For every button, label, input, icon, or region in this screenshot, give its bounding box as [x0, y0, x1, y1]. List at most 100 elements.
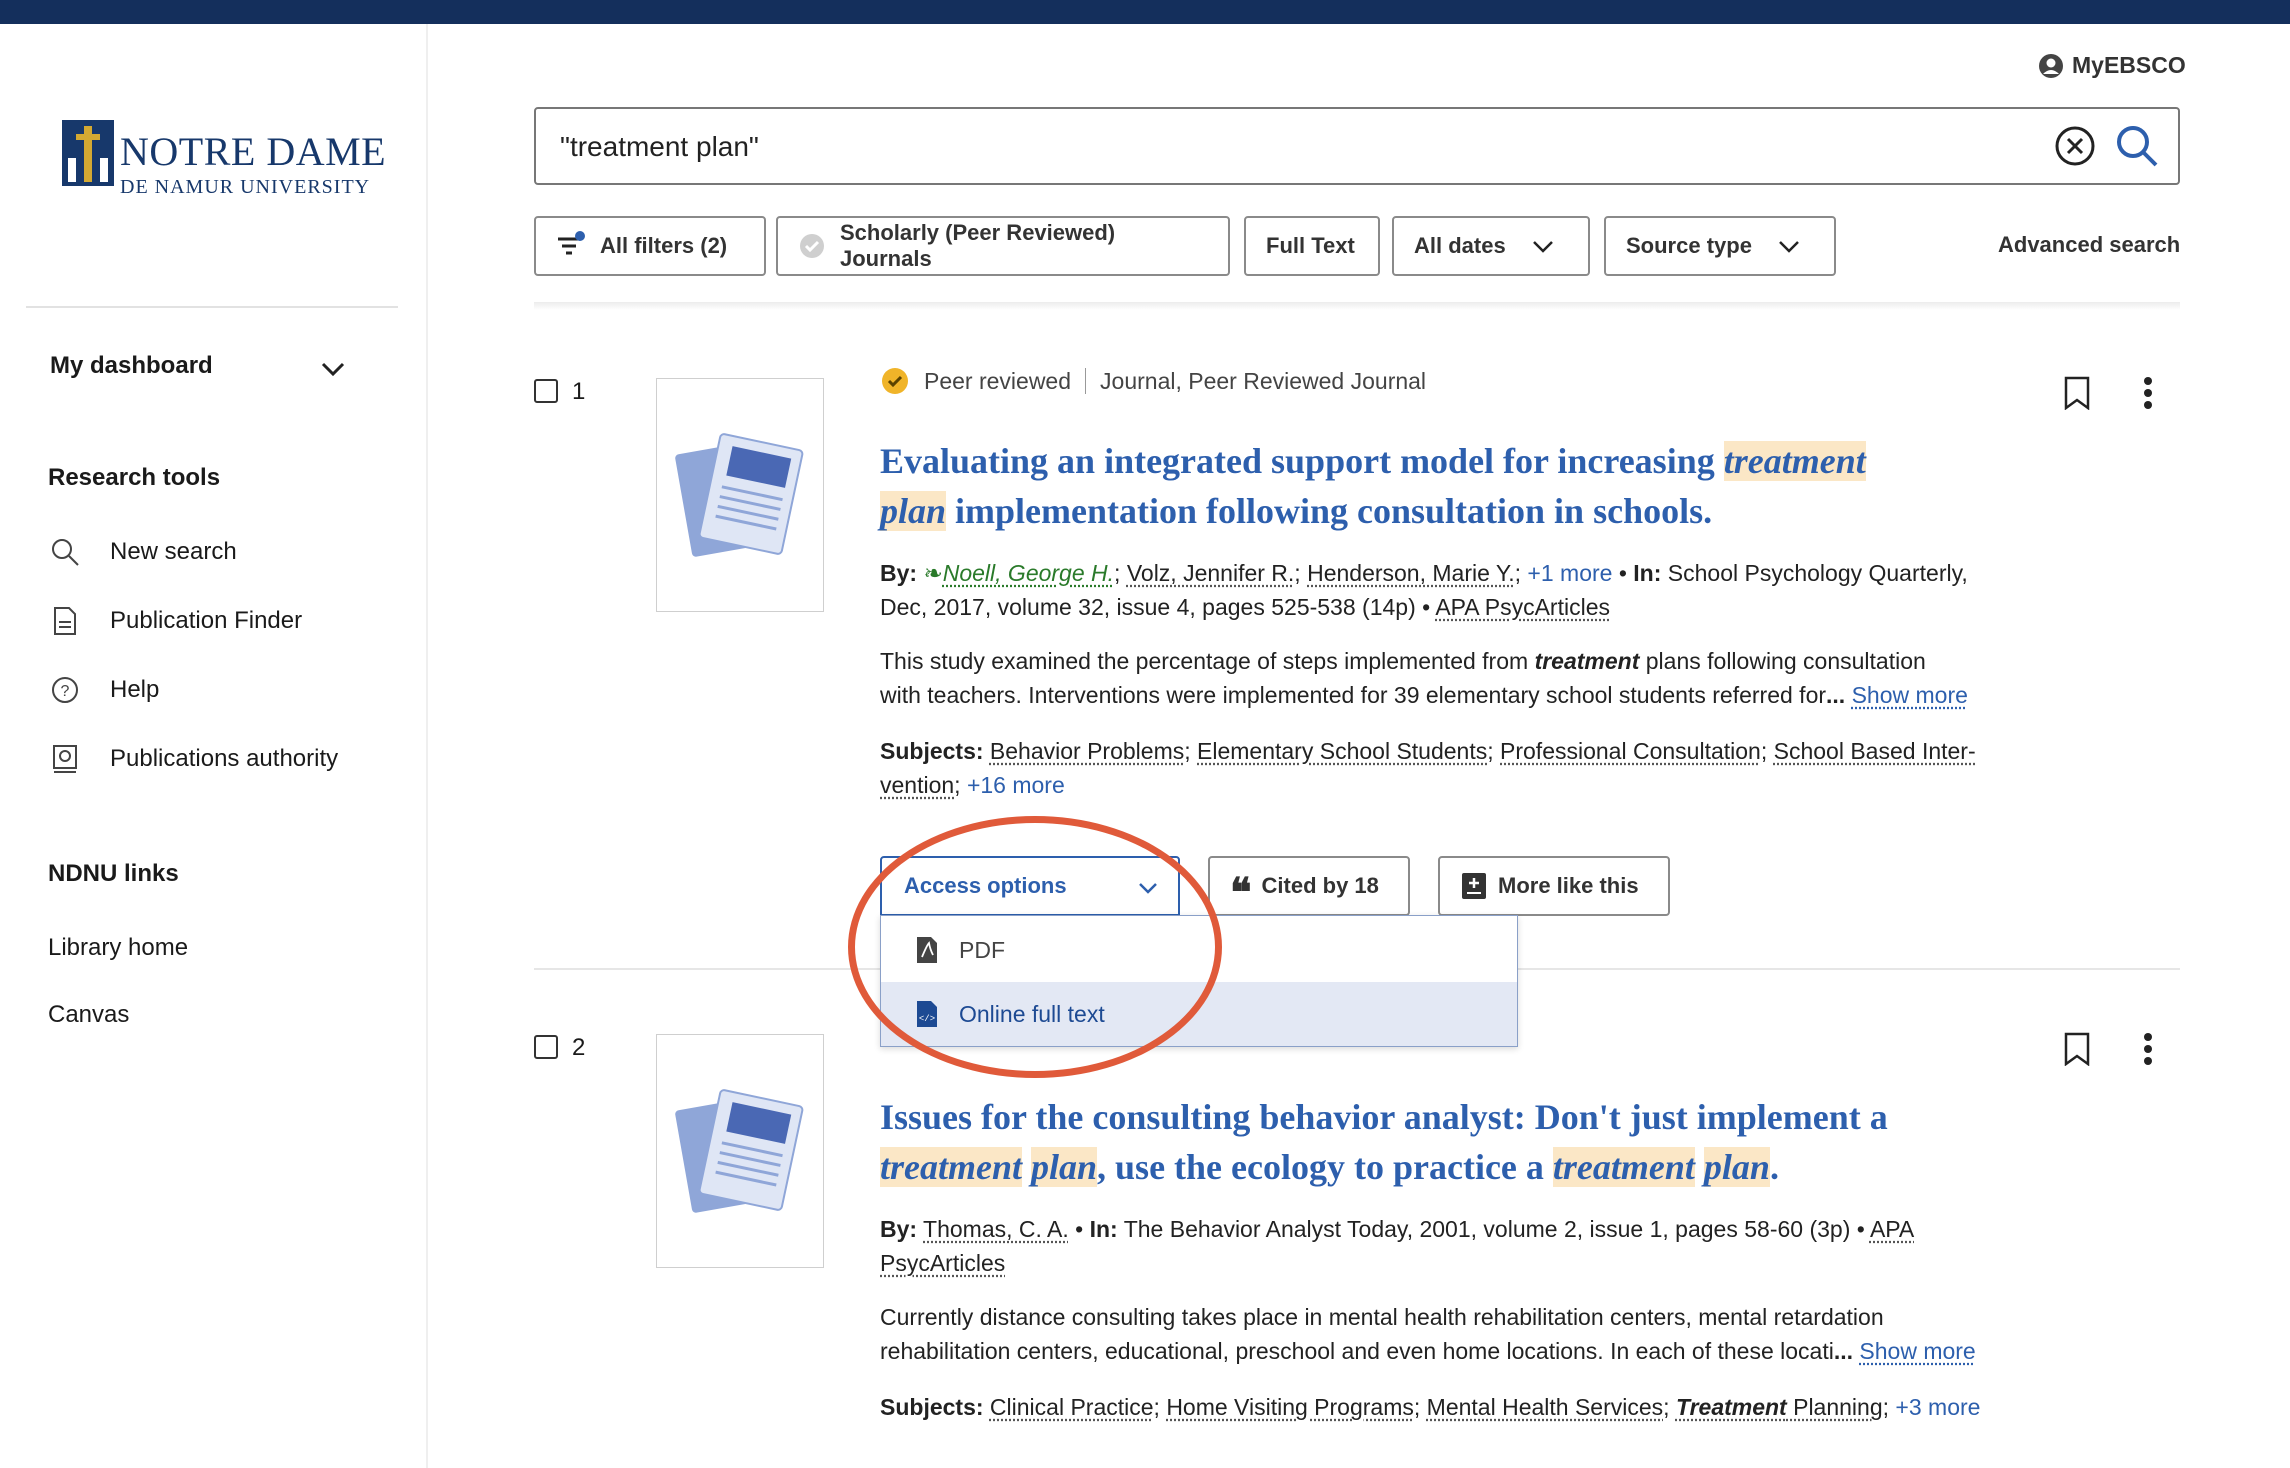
subject-link[interactable]: Professional Consultation — [1500, 738, 1761, 764]
more-like-this-icon — [1460, 871, 1488, 901]
logo-line1: NOTRE DAME — [120, 129, 387, 174]
more-options-icon[interactable] — [2142, 376, 2154, 410]
full-text-label: Full Text — [1266, 233, 1355, 258]
title-highlight: plan — [1703, 1147, 1770, 1187]
show-more-link[interactable]: Show more — [1852, 682, 1968, 708]
all-filters-button[interactable]: All filters (2) — [534, 216, 766, 276]
author-link[interactable]: Thomas, C. A. — [923, 1216, 1069, 1242]
title-text: Issues for the consulting behavior analy… — [880, 1097, 1888, 1137]
access-options-dropdown: PDF </> Online full text — [880, 915, 1518, 1047]
title-highlight: treatment — [1723, 441, 1866, 481]
result-meta: Peer reviewed Journal, Peer Reviewed Jou… — [880, 366, 1426, 396]
title-text: . — [1769, 1147, 1779, 1187]
myebsco-link[interactable]: MyEBSCO — [2038, 52, 2186, 79]
online-full-text-label: Online full text — [959, 1000, 1105, 1027]
cited-by-button[interactable]: ❝ Cited by 18 — [1208, 856, 1410, 916]
more-authors-link[interactable]: +1 more — [1527, 560, 1612, 586]
sidebar-item-help[interactable]: ? Help — [48, 670, 159, 710]
chevron-down-icon — [1139, 883, 1157, 894]
subject-link[interactable]: Home Visiting Programs — [1166, 1394, 1414, 1420]
all-filters-label: All filters (2) — [600, 233, 728, 258]
abstract-highlight: treatment — [1534, 648, 1640, 674]
search-icon[interactable] — [2114, 123, 2160, 169]
sidebar-item-label: Help — [110, 676, 160, 703]
subject-link[interactable]: vention — [880, 772, 954, 798]
subject-link[interactable]: Behavior Problems — [990, 738, 1184, 764]
access-options-button[interactable]: Access options — [880, 856, 1180, 916]
access-option-pdf[interactable]: PDF — [881, 918, 1517, 982]
sidebar-item-publication-finder[interactable]: Publication Finder — [48, 601, 302, 641]
sidebar-divider — [26, 306, 398, 308]
author-link[interactable]: Noell, George H. — [943, 560, 1114, 586]
show-more-link[interactable]: Show more — [1859, 1338, 1975, 1364]
more-like-this-label: More like this — [1498, 873, 1639, 898]
university-logo[interactable]: NOTRE DAME DE NAMUR UNIVERSITY — [62, 108, 386, 198]
in-label: In: — [1089, 1216, 1118, 1242]
by-label: By: — [880, 1216, 918, 1242]
sidebar-item-new-search[interactable]: New search — [48, 532, 237, 572]
result-abstract: Currently distance consulting takes plac… — [880, 1300, 2100, 1368]
more-subjects-link[interactable]: +3 more — [1895, 1394, 1980, 1420]
access-option-online-full-text[interactable]: </> Online full text — [881, 982, 1517, 1046]
more-options-icon[interactable] — [2142, 1032, 2154, 1066]
full-text-filter[interactable]: Full Text — [1244, 216, 1380, 276]
author-link[interactable]: Henderson, Marie Y. — [1307, 560, 1515, 586]
title-highlight: treatment — [880, 1147, 1022, 1187]
myebsco-label: MyEBSCO — [2072, 52, 2186, 78]
pdf-icon — [913, 935, 941, 965]
result-select-checkbox[interactable] — [534, 1035, 558, 1059]
sidebar-link-canvas[interactable]: Canvas — [48, 1001, 129, 1029]
title-highlight: plan — [1031, 1147, 1098, 1187]
title-highlight: plan — [880, 491, 947, 531]
scholarly-journals-filter[interactable]: Scholarly (Peer Reviewed) Journals — [776, 216, 1230, 276]
more-like-this-button[interactable]: More like this — [1438, 856, 1670, 916]
subject-link[interactable]: School Based Inter- — [1774, 738, 1976, 764]
quote-icon: ❝ — [1230, 870, 1252, 915]
result-thumbnail[interactable] — [656, 1034, 824, 1268]
result-title-link[interactable]: Issues for the consulting behavior analy… — [880, 1092, 2060, 1192]
result-number: 1 — [572, 378, 586, 405]
sidebar-item-publications-authority[interactable]: Publications authority — [48, 739, 338, 779]
result-thumbnail[interactable] — [656, 378, 824, 612]
chevron-down-icon[interactable] — [318, 354, 348, 384]
my-dashboard-toggle[interactable]: My dashboard — [50, 352, 350, 380]
abstract-ellipsis: ... — [1833, 1338, 1853, 1364]
search-input[interactable] — [558, 123, 2022, 171]
peer-reviewed-label: Peer reviewed — [924, 367, 1072, 394]
result-abstract: This study examined the percentage of st… — [880, 644, 2100, 712]
peer-reviewed-badge-icon — [882, 368, 908, 394]
database-link[interactable]: PsycArticles — [880, 1250, 1005, 1276]
bookmark-icon[interactable] — [2062, 1032, 2092, 1066]
database-link[interactable]: APA — [1870, 1216, 1914, 1242]
access-options-label: Access options — [904, 873, 1067, 898]
peer-reviewed-badge-icon — [798, 232, 826, 260]
source-type-filter[interactable]: Source type — [1604, 216, 1836, 276]
scholarly-filter-label: Scholarly (Peer Reviewed) Journals — [840, 220, 1116, 271]
publication-name: School Psychology Quarterly, — [1667, 560, 1968, 586]
chevron-down-icon — [1776, 233, 1802, 259]
result-select-checkbox[interactable] — [534, 379, 558, 403]
user-icon — [2038, 53, 2064, 79]
subject-link[interactable]: Mental Health Services — [1427, 1394, 1664, 1420]
sidebar-item-label: New search — [110, 538, 237, 565]
bookmark-icon[interactable] — [2062, 376, 2092, 410]
source-type-label: Source type — [1626, 233, 1752, 258]
database-link[interactable]: APA PsycArticles — [1435, 594, 1610, 620]
sidebar-link-library-home[interactable]: Library home — [48, 934, 188, 962]
header-shadow — [534, 302, 2180, 310]
subject-link[interactable]: Elementary School Students — [1197, 738, 1487, 764]
clear-search-icon[interactable] — [2054, 125, 2096, 167]
subject-link[interactable]: Clinical Practice — [990, 1394, 1154, 1420]
advanced-search-link[interactable]: Advanced search — [1998, 232, 2180, 258]
result-title-link[interactable]: Evaluating an integrated support model f… — [880, 436, 2060, 536]
html-document-icon: </> — [913, 999, 941, 1029]
search-box — [534, 107, 2180, 185]
all-dates-filter[interactable]: All dates — [1392, 216, 1590, 276]
subject-link[interactable]: Treatment Planning — [1676, 1394, 1883, 1420]
author-link[interactable]: Volz, Jennifer R. — [1127, 560, 1294, 586]
title-text: implementation following consultation in… — [946, 491, 1713, 531]
abstract-text: Currently distance consulting takes plac… — [880, 1304, 1884, 1330]
more-subjects-link[interactable]: +16 more — [967, 772, 1065, 798]
abstract-text: with teachers. Interventions were implem… — [880, 682, 1827, 708]
sidebar: NOTRE DAME DE NAMUR UNIVERSITY My dashbo… — [0, 24, 428, 1468]
